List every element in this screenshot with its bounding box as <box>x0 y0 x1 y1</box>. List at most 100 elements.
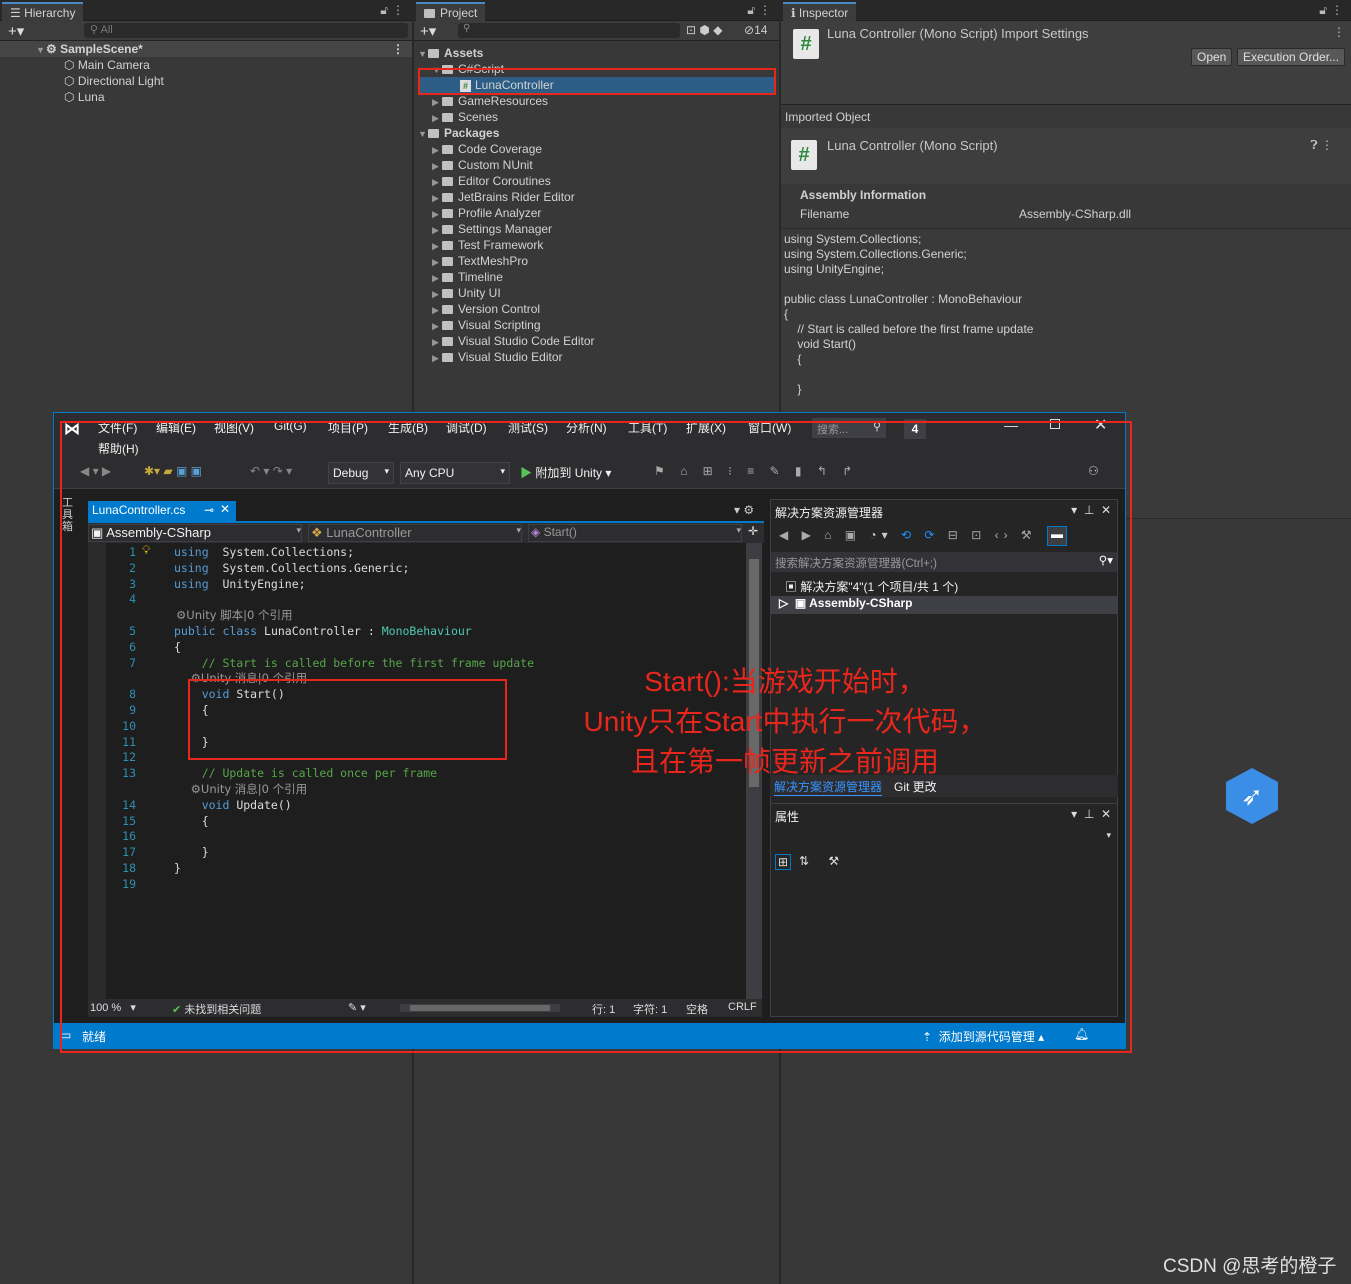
package-folder[interactable]: ▶ Code Coverage <box>432 141 542 157</box>
package-folder[interactable]: ▶ Unity UI <box>432 285 501 301</box>
expand-icon[interactable]: ▶ <box>432 318 442 334</box>
pin-icon[interactable]: ⊸ <box>204 503 214 517</box>
code-line[interactable]: } <box>174 844 209 860</box>
more-icon[interactable]: ⋮ <box>759 3 771 17</box>
package-folder[interactable]: ▶ Timeline <box>432 269 503 285</box>
menu-item[interactable]: 工具(T) <box>628 419 667 436</box>
code-line[interactable]: public class LunaController : MonoBehavi… <box>174 623 472 639</box>
csharp-folder[interactable]: ▼ C#Script <box>432 61 504 77</box>
code-line[interactable]: { <box>174 813 209 829</box>
menu-item[interactable]: 视图(V) <box>214 419 254 436</box>
menu-item[interactable]: 调试(D) <box>446 419 487 436</box>
codelens[interactable]: ⚙Unity 脚本|0 个引用 <box>176 607 293 623</box>
expand-icon[interactable]: ▶ <box>432 142 442 158</box>
hidden-count-icon[interactable]: ⊘14 <box>744 23 767 37</box>
minimize-icon[interactable]: — <box>1004 417 1018 433</box>
solution-root[interactable]: ▣ 解决方案"4"(1 个项目/共 1 个) <box>785 578 958 595</box>
lock-icon[interactable]: 🔓︎ <box>380 3 388 18</box>
brush-icon[interactable]: ✎ ▾ <box>348 1001 366 1014</box>
package-folder[interactable]: ▶ TextMeshPro <box>432 253 528 269</box>
hierarchy-search-input[interactable]: ⚲ All <box>84 23 408 38</box>
more-icon[interactable]: ⋮ <box>1331 3 1343 17</box>
code-line[interactable]: } <box>174 734 209 750</box>
feedback-icon[interactable]: ⚇ <box>1088 464 1099 478</box>
expand-icon[interactable]: ▶ <box>432 174 442 190</box>
solution-window-controls[interactable]: ▾ ⊥ ✕ <box>1071 503 1111 517</box>
code-line[interactable]: // Update is called once per frame <box>174 765 437 781</box>
filter-icon[interactable]: ⊡ ⬢ ◆ <box>686 23 722 37</box>
new-file-icon[interactable]: ✱▾ ▰ ▣ ▣ <box>144 464 202 478</box>
issues-status[interactable]: ✔ 未找到相关问题 <box>172 1001 261 1017</box>
editor-tab[interactable]: LunaController.cs ⊸ ✕ <box>88 501 236 521</box>
solution-active-icon[interactable]: ▬ <box>1047 526 1067 546</box>
hierarchy-item[interactable]: ⬡ Main Camera <box>64 57 150 73</box>
assets-folder[interactable]: ▼ Assets <box>418 45 483 61</box>
project-search-input[interactable]: ⚲ <box>458 23 680 38</box>
menu-item[interactable]: 生成(B) <box>388 419 428 436</box>
package-folder[interactable]: ▶ Editor Coroutines <box>432 173 551 189</box>
solution-toolbar-icons[interactable]: ◀ ▶ ⌂ ▣ ◔▾ ⟲ ⟳ ⊟ ⊡ ‹› ⚒ <box>779 528 1037 542</box>
code-line[interactable]: // Start is called before the first fram… <box>174 655 534 671</box>
properties-dropdown-icon[interactable]: ▾ <box>1106 830 1111 841</box>
menu-item[interactable]: 扩展(X) <box>686 419 726 436</box>
packages-folder[interactable]: ▼ Packages <box>418 125 499 141</box>
expand-icon[interactable]: ▶ <box>432 254 442 270</box>
more-icon[interactable]: ⋮ <box>1333 25 1345 39</box>
solution-project[interactable]: ▷ ▣ Assembly-CSharp <box>771 596 1117 614</box>
menu-item[interactable]: 文件(F) <box>98 419 137 436</box>
zoom-select[interactable]: 100 % ▾ <box>90 1001 136 1014</box>
properties-window-controls[interactable]: ▾ ⊥ ✕ <box>1071 807 1111 821</box>
hierarchy-item[interactable]: ⬡ Luna <box>64 89 105 105</box>
attach-button[interactable]: ▶ 附加到 Unity ▾ <box>520 464 611 481</box>
categorized-icon[interactable]: ⊞ <box>775 854 792 870</box>
code-line[interactable]: using System.Collections; <box>174 544 354 560</box>
notification-icon[interactable]: 🔔︎ <box>1074 1027 1089 1041</box>
scene-row[interactable]: ▼⚙ SampleScene* ⋮ <box>0 41 412 57</box>
expand-icon[interactable]: ▶ <box>432 158 442 174</box>
code-line[interactable]: { <box>174 639 181 655</box>
codelens[interactable]: ⚙Unity 消息|0 个引用 <box>176 781 308 797</box>
package-folder[interactable]: ▶ Visual Scripting <box>432 317 541 333</box>
more-icon[interactable]: ⋮ <box>392 3 404 17</box>
vs-search-input[interactable]: 搜索... ⚲ <box>812 418 886 438</box>
hierarchy-item[interactable]: ⬡ Directional Light <box>64 73 164 89</box>
expand-icon[interactable]: ▶ <box>432 270 442 286</box>
package-folder[interactable]: ▶ Visual Studio Code Editor <box>432 333 595 349</box>
package-folder[interactable]: ▶ Version Control <box>432 301 540 317</box>
code-line[interactable]: } <box>174 860 181 876</box>
nav-class[interactable]: ❖ LunaController ▾ <box>308 524 522 542</box>
lock-icon[interactable]: 🔓︎ <box>747 3 755 18</box>
maximize-icon[interactable] <box>1050 419 1060 429</box>
scene-menu-icon[interactable]: ⋮ <box>392 41 404 57</box>
nav-back-icon[interactable]: ◀ ▾ ▶ <box>80 464 111 478</box>
expand-icon[interactable]: ▶ <box>432 334 442 350</box>
code-line[interactable]: using UnityEngine; <box>174 576 306 592</box>
package-folder[interactable]: ▶ Custom NUnit <box>432 157 533 173</box>
menu-item[interactable]: 项目(P) <box>328 419 368 436</box>
split-icon[interactable]: ✛ <box>748 524 758 538</box>
expand-icon[interactable]: ▼ <box>36 42 46 58</box>
add-icon[interactable]: +▾ <box>420 22 436 40</box>
help-menu[interactable]: 帮助(H) <box>98 440 139 457</box>
config-select[interactable]: Debug ▾ <box>328 462 394 484</box>
platform-select[interactable]: Any CPU ▾ <box>400 462 510 484</box>
lock-icon[interactable]: 🔓︎ <box>1319 3 1327 18</box>
project-tab[interactable]: Project <box>416 2 486 21</box>
expand-icon[interactable]: ▶ <box>432 190 442 206</box>
package-folder[interactable]: ▶ Visual Studio Editor <box>432 349 563 365</box>
editor-tab-dropdown-icon[interactable]: ▾ ⚙ <box>734 503 754 517</box>
code-line[interactable]: void Start() <box>174 686 285 702</box>
toolbar-icons[interactable]: ⚑ ⌂ ⊞ ⁝ ≡ ✎ ▮ ↰ ↱ <box>654 464 858 478</box>
add-icon[interactable]: +▾ <box>8 22 24 40</box>
expand-icon[interactable]: ▶ <box>432 286 442 302</box>
menu-item[interactable]: 测试(S) <box>508 419 548 436</box>
package-folder[interactable]: ▶ Profile Analyzer <box>432 205 541 221</box>
code-line[interactable]: { <box>174 702 209 718</box>
expand-icon[interactable]: ▶ <box>432 238 442 254</box>
properties-icons[interactable]: ⇅ ⚒ <box>799 854 847 868</box>
project-folder[interactable]: ▶ Scenes <box>432 109 498 125</box>
expand-icon[interactable]: ▶ <box>432 350 442 366</box>
menu-item[interactable]: 编辑(E) <box>156 419 196 436</box>
toolbox-sidetab[interactable]: 工具箱 <box>62 497 76 533</box>
open-button[interactable]: Open <box>1191 48 1233 66</box>
